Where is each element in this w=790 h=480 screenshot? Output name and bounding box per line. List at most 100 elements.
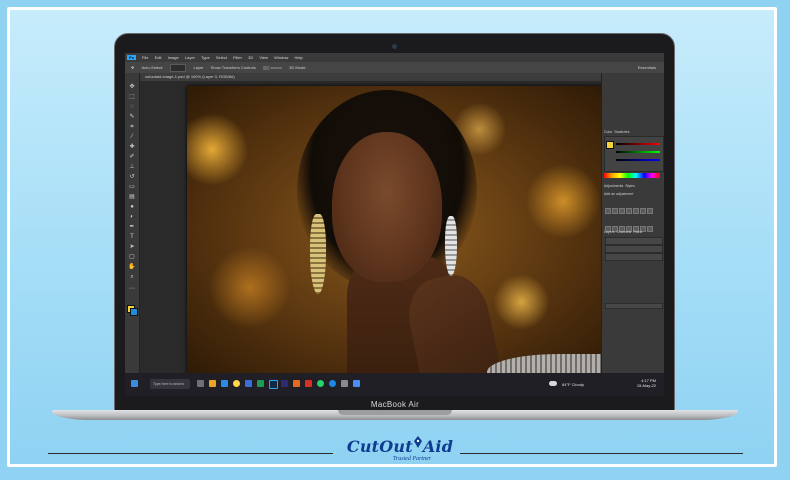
auto-select-dropdown[interactable]: [170, 63, 187, 72]
blue-slider[interactable]: [616, 159, 660, 161]
layers-tab[interactable]: Layers: [604, 230, 615, 234]
styles-tab[interactable]: Styles: [625, 184, 635, 188]
exposure-adjustment-icon[interactable]: [626, 208, 632, 214]
taskbar-search-input[interactable]: Type here to search: [150, 379, 190, 389]
menu-3d[interactable]: 3D: [248, 55, 253, 60]
threshold-adjustment-icon[interactable]: [647, 226, 653, 232]
levels-adjustment-icon[interactable]: [612, 208, 618, 214]
pen-nib-icon: [413, 434, 423, 448]
show-transform-checkbox[interactable]: Show Transform Controls: [211, 65, 256, 70]
document-tab[interactable]: cutoutaid-image-1.psd @ 100% (Layer 0, R…: [139, 73, 605, 81]
green-slider[interactable]: [616, 151, 660, 153]
curves-adjustment-icon[interactable]: [619, 208, 625, 214]
healing-brush-tool-icon[interactable]: ✚: [128, 143, 136, 151]
illustrator-taskbar-icon[interactable]: [293, 380, 300, 387]
taskbar-clock[interactable]: 4:17 PM 15-May-22: [637, 378, 656, 388]
color-spectrum-bar[interactable]: [604, 173, 660, 178]
adjustments-tab[interactable]: Adjustments: [604, 184, 623, 188]
edge-browser-icon[interactable]: [221, 380, 228, 387]
acrobat-taskbar-icon[interactable]: [305, 380, 312, 387]
excel-app-icon[interactable]: [257, 380, 264, 387]
menu-window[interactable]: Window: [274, 55, 288, 60]
menu-image[interactable]: Image: [168, 55, 179, 60]
marquee-tool-icon[interactable]: ⬚: [128, 93, 136, 101]
photo-earring-right: [445, 216, 457, 276]
webcam-icon: [392, 44, 397, 49]
color-balance-adjustment-icon[interactable]: [647, 208, 653, 214]
paths-tab[interactable]: Paths: [633, 230, 642, 234]
quick-select-tool-icon[interactable]: ✎: [128, 113, 136, 121]
shape-tool-icon[interactable]: ▢: [128, 253, 136, 261]
more-tools-icon[interactable]: ⋯: [128, 285, 136, 293]
brand-logo: CutOut Aid Trusted Partner: [335, 436, 465, 468]
red-slider[interactable]: [616, 143, 660, 145]
layer-blend-mode[interactable]: [605, 245, 663, 253]
menu-layer[interactable]: Layer: [185, 55, 195, 60]
menu-select[interactable]: Select: [216, 55, 227, 60]
lasso-tool-icon[interactable]: ◌: [128, 103, 136, 111]
workspace-switcher[interactable]: Essentials: [638, 62, 656, 73]
menu-filter[interactable]: Filter: [233, 55, 242, 60]
eraser-tool-icon[interactable]: ▭: [128, 183, 136, 191]
zoom-tool-icon[interactable]: ⌕: [128, 273, 136, 281]
windows-taskbar: Type here to search 84°F Cloudy 4:17 PM …: [125, 373, 664, 396]
menu-view[interactable]: View: [259, 55, 268, 60]
auto-select-label: Auto-Select:: [141, 65, 164, 70]
divider-right: [460, 453, 743, 454]
layer-lock-row[interactable]: [605, 253, 663, 261]
hand-tool-icon[interactable]: ✋: [128, 263, 136, 271]
menu-type[interactable]: Type: [201, 55, 210, 60]
history-brush-tool-icon[interactable]: ↺: [128, 173, 136, 181]
right-panels: Color Swatches Adjustments Styles Add an…: [601, 73, 664, 373]
portrait-photo[interactable]: [187, 86, 605, 374]
word-app-icon[interactable]: [245, 380, 252, 387]
move-tool-icon[interactable]: ✥: [131, 65, 134, 70]
divider-left: [48, 453, 333, 454]
settings-taskbar-icon[interactable]: [341, 380, 348, 387]
photoshop-taskbar-icon[interactable]: [269, 380, 278, 389]
layer-actions-row[interactable]: [605, 303, 663, 309]
taskbar-weather[interactable]: 84°F Cloudy: [562, 382, 584, 387]
color-panel-fg-swatch[interactable]: [606, 141, 614, 149]
align-icons[interactable]: ▯▯▯ ▭▭▭: [263, 65, 282, 70]
photo-face: [332, 132, 442, 282]
menu-edit[interactable]: Edit: [155, 55, 162, 60]
premiere-taskbar-icon[interactable]: [281, 380, 288, 387]
swatches-tab[interactable]: Swatches: [614, 130, 629, 134]
eyedropper-tool-icon[interactable]: ⁄: [128, 133, 136, 141]
background-color-swatch[interactable]: [130, 308, 138, 316]
weather-cloud-icon[interactable]: [549, 381, 557, 386]
add-adjustment-label: Add an adjustment: [604, 192, 634, 196]
mail-taskbar-icon[interactable]: [353, 380, 360, 387]
menu-file[interactable]: File: [142, 55, 148, 60]
path-select-tool-icon[interactable]: ➤: [128, 243, 136, 251]
pen-tool-icon[interactable]: ✒: [128, 223, 136, 231]
skype-taskbar-icon[interactable]: [329, 380, 336, 387]
vibrance-adjustment-icon[interactable]: [633, 208, 639, 214]
type-tool-icon[interactable]: T: [128, 233, 136, 241]
chrome-browser-icon[interactable]: [233, 380, 240, 387]
file-explorer-icon[interactable]: [209, 380, 216, 387]
windows-start-icon[interactable]: [131, 380, 138, 387]
dodge-tool-icon[interactable]: ◐: [128, 213, 136, 221]
brand-name-right: Aid: [422, 437, 454, 456]
brand-tagline: Trusted Partner: [392, 456, 432, 462]
brightness-adjustment-icon[interactable]: [605, 208, 611, 214]
taskbar-date: 15-May-22: [636, 383, 656, 388]
color-tab[interactable]: Color: [604, 130, 612, 134]
clone-stamp-tool-icon[interactable]: ⊥: [128, 163, 136, 171]
move-tool-icon[interactable]: ✥: [128, 83, 136, 91]
photoshop-menubar: Ps File Edit Image Layer Type Select Fil…: [125, 53, 664, 62]
gradient-tool-icon[interactable]: ▤: [128, 193, 136, 201]
blur-tool-icon[interactable]: ●: [128, 203, 136, 211]
task-view-icon[interactable]: [197, 380, 204, 387]
crop-tool-icon[interactable]: ⌗: [128, 123, 136, 131]
menu-help[interactable]: Help: [294, 55, 302, 60]
whatsapp-taskbar-icon[interactable]: [317, 380, 324, 387]
layer-kind-filter[interactable]: [605, 237, 663, 245]
brand-name-left: CutOut: [346, 437, 413, 456]
hue-saturation-adjustment-icon[interactable]: [640, 208, 646, 214]
tools-panel: ✥ ⬚ ◌ ✎ ⌗ ⁄ ✚ ✐ ⊥ ↺ ▭ ▤ ● ◐ ✒ T ➤ ▢ ✋ ⌕ …: [125, 73, 140, 373]
channels-tab[interactable]: Channels: [616, 230, 631, 234]
brush-tool-icon[interactable]: ✐: [128, 153, 136, 161]
